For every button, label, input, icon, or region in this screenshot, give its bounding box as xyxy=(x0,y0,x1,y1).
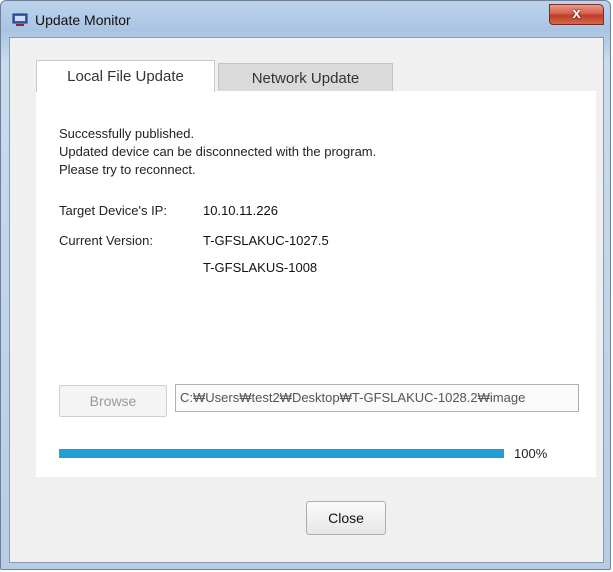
title-bar[interactable]: Update Monitor x xyxy=(1,1,610,37)
ip-value: 10.10.11.226 xyxy=(203,203,278,218)
ip-label: Target Device's IP: xyxy=(59,203,167,218)
progress-percent: 100% xyxy=(514,446,548,461)
tab-label: Local File Update xyxy=(67,68,184,85)
file-path-field[interactable]: C:₩Users₩test2₩Desktop₩T-GFSLAKUC-1028.2… xyxy=(175,384,579,412)
tab-panel: Successfully published. Updated device c… xyxy=(36,91,596,477)
status-line: Successfully published. xyxy=(59,126,195,141)
status-line: Please try to reconnect. xyxy=(59,162,196,177)
status-line: Updated device can be disconnected with … xyxy=(59,144,377,159)
tab-label: Network Update xyxy=(251,70,360,87)
tab-local-file-update[interactable]: Local File Update xyxy=(36,60,215,92)
status-message: Successfully published. Updated device c… xyxy=(59,125,376,179)
browse-button[interactable]: Browse xyxy=(59,385,167,417)
version-value: T-GFSLAKUC-1027.5 xyxy=(203,233,329,248)
close-icon: x xyxy=(572,5,581,22)
progress-fill xyxy=(59,449,504,458)
update-monitor-window: Update Monitor x Local File Update Netwo… xyxy=(0,0,611,570)
tab-network-update[interactable]: Network Update xyxy=(218,63,393,92)
version-label: Current Version: xyxy=(59,233,153,248)
monitor-icon xyxy=(12,13,28,26)
window-close-button[interactable]: x xyxy=(549,4,604,25)
close-button[interactable]: Close xyxy=(306,501,386,535)
version-value: T-GFSLAKUS-1008 xyxy=(203,260,318,275)
progress-bar xyxy=(59,449,504,458)
dialog-client-area: Local File Update Network Update Success… xyxy=(9,37,604,563)
window-title: Update Monitor xyxy=(35,12,131,28)
